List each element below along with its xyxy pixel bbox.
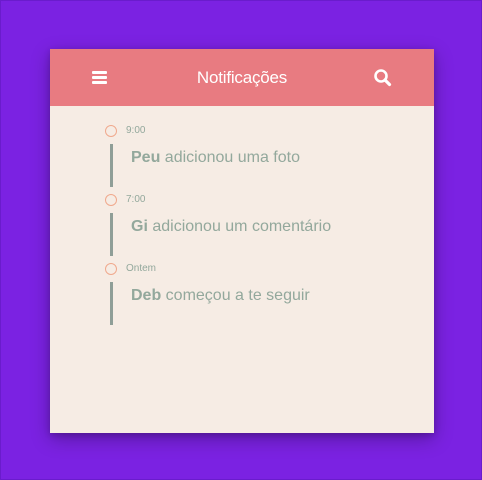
notification-message: Peu adicionou uma foto <box>131 149 300 167</box>
timeline-line <box>110 144 113 187</box>
menu-bar-top <box>92 71 107 74</box>
notification-user: Peu <box>131 149 161 166</box>
notification-time: 9:00 <box>126 125 146 136</box>
notifications-card: Notificações 9:00 Peu adicionou uma foto… <box>50 49 434 433</box>
timeline-line <box>110 213 113 256</box>
notification-action: adicionou uma foto <box>160 149 300 166</box>
notification-action: começou a te seguir <box>161 287 310 304</box>
notification-user: Gi <box>131 218 148 235</box>
notification-action: adicionou um comentário <box>147 218 332 235</box>
hamburger-menu-icon[interactable] <box>90 69 110 87</box>
header-bar: Notificações <box>50 49 434 106</box>
notification-item[interactable]: Ontem Deb começou a te seguir <box>50 262 434 330</box>
notification-time: 7:00 <box>126 194 146 205</box>
search-icon[interactable] <box>372 67 394 89</box>
notification-item[interactable]: 7:00 Gi adicionou um comentário <box>50 193 434 261</box>
timeline-line <box>110 282 113 325</box>
page-background: Notificações 9:00 Peu adicionou uma foto… <box>0 0 482 480</box>
notification-message: Deb começou a te seguir <box>131 287 310 305</box>
notification-item[interactable]: 9:00 Peu adicionou uma foto <box>50 124 434 192</box>
notification-message: Gi adicionou um comentário <box>131 218 331 236</box>
menu-bar-bottom <box>92 81 107 84</box>
search-icon-graphic <box>374 69 392 87</box>
timeline-dot-icon <box>105 194 117 206</box>
notification-user: Deb <box>131 287 162 304</box>
timeline-dot-icon <box>105 263 117 275</box>
timeline-dot-icon <box>105 125 117 137</box>
notification-time: Ontem <box>126 263 157 274</box>
menu-bar-middle <box>92 76 107 79</box>
